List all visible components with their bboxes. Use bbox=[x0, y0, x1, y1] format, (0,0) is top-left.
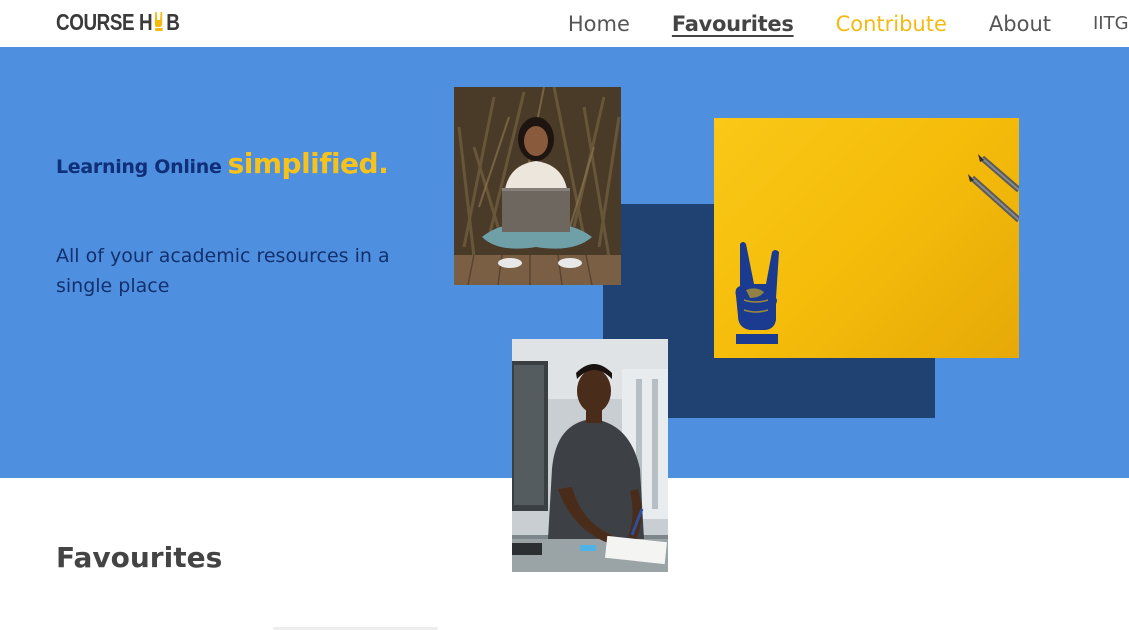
photo-icon bbox=[512, 339, 668, 572]
nav-favourites-link[interactable]: Favourites bbox=[672, 12, 794, 36]
student-writing-photo bbox=[512, 339, 668, 572]
student-laptop-photo bbox=[454, 87, 621, 285]
nav-about-link[interactable]: About bbox=[989, 12, 1051, 36]
rock-hand-card bbox=[714, 118, 1019, 358]
logo-text-suffix: B bbox=[166, 8, 180, 35]
site-logo[interactable]: COURSE H B bbox=[56, 8, 180, 36]
rock-hand-icon bbox=[735, 242, 779, 344]
nav-iitg-link[interactable]: IITG bbox=[1093, 13, 1129, 34]
hero-subtitle: All of your academic resources in a sing… bbox=[56, 245, 390, 297]
rock-hand-icon bbox=[155, 12, 163, 31]
photo-icon bbox=[454, 87, 621, 285]
top-navbar: COURSE H B Home Favourites Contribute Ab… bbox=[0, 0, 1129, 47]
nav-contribute-link[interactable]: Contribute bbox=[836, 12, 947, 36]
tagline-simplified: simplified. bbox=[227, 147, 389, 180]
nav-links: Home Favourites Contribute About IITG bbox=[568, 0, 1129, 47]
nav-home-link[interactable]: Home bbox=[568, 12, 630, 36]
tagline-learning-online: Learning Online bbox=[56, 156, 222, 178]
favourites-heading: Favourites bbox=[56, 541, 223, 574]
hero-tagline: Learning Online simplified. bbox=[56, 147, 389, 180]
logo-text-prefix: COURSE H bbox=[56, 8, 153, 35]
